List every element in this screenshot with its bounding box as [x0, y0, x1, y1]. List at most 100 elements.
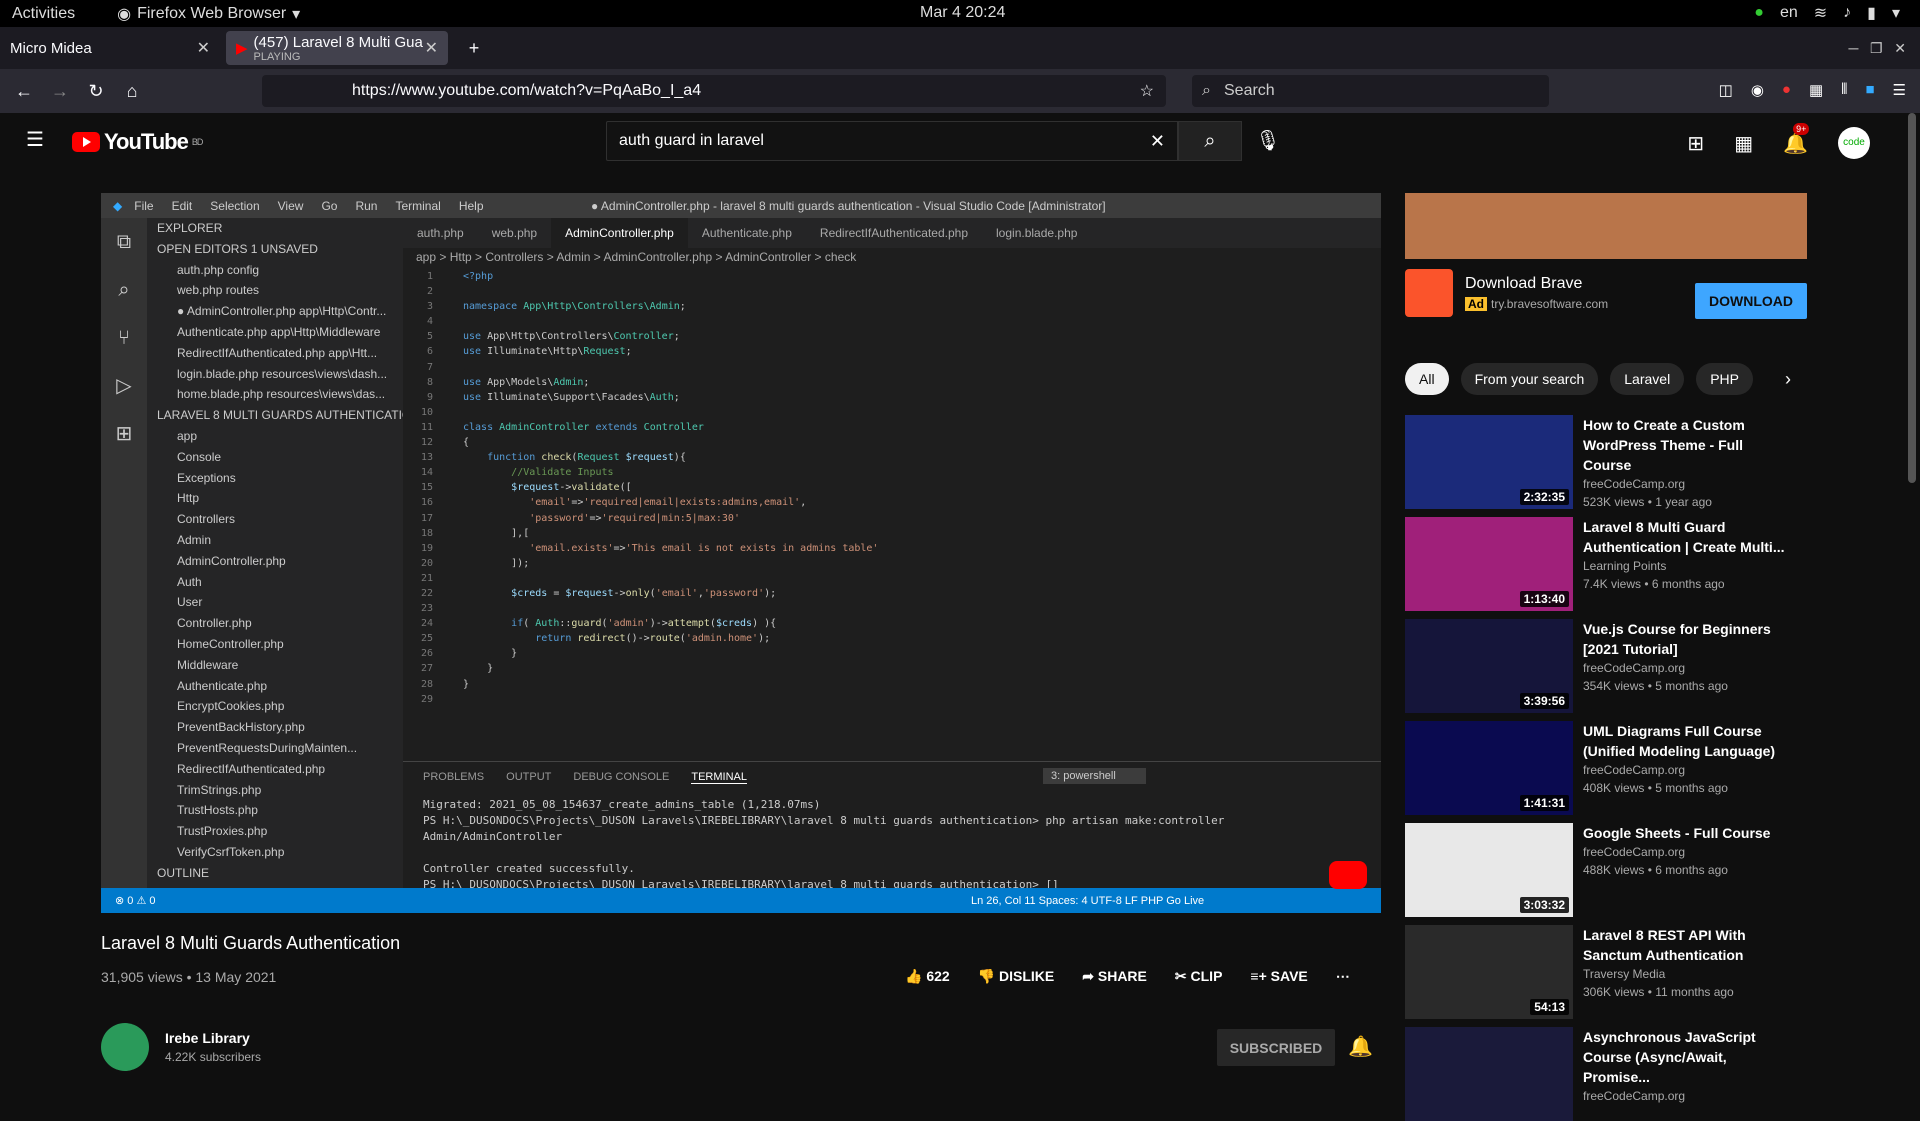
scrollbar-thumb[interactable]	[1908, 113, 1916, 483]
search-icon: ⌕	[1202, 82, 1211, 99]
channel-name: freeCodeCamp.org	[1583, 845, 1686, 859]
avatar[interactable]: code	[1838, 127, 1870, 159]
explorer-item: auth.php config	[177, 262, 260, 277]
back-icon[interactable]: ←	[6, 81, 42, 102]
explorer-item: Authenticate.php	[177, 678, 268, 693]
explorer-item: Http	[177, 491, 200, 506]
youtube-watermark-icon[interactable]	[1329, 861, 1367, 889]
chevron-right-icon[interactable]: ›	[1785, 363, 1791, 395]
channel-name: freeCodeCamp.org	[1583, 1089, 1686, 1103]
library-icon[interactable]: ⫴	[1841, 81, 1847, 99]
search-bar[interactable]: ⌕ Search	[1192, 75, 1549, 107]
save-button[interactable]: ≡+ SAVE	[1250, 968, 1307, 985]
explorer-item: home.blade.php resources\views\das...	[177, 387, 386, 402]
channel-name: Traversy Media	[1583, 967, 1666, 981]
browser-tab-active[interactable]: ▶ (457) Laravel 8 Multi Gua PLAYING ✕	[226, 31, 448, 65]
video-player[interactable]: ◆ File Edit Selection View Go Run Termin…	[101, 193, 1381, 913]
home-icon[interactable]: ⌂	[114, 81, 150, 102]
thumbs-down-icon: 👎	[977, 968, 996, 984]
chip-php[interactable]: PHP	[1696, 363, 1753, 395]
voice-search-icon[interactable]: 🎙	[1250, 123, 1286, 159]
filter-chips: All From your search Laravel PHP ›	[1405, 363, 1791, 395]
recommended-video[interactable]: Asynchronous JavaScript Course (Async/Aw…	[1405, 1027, 1905, 1121]
video-thumbnail[interactable]: 1:41:31	[1405, 721, 1573, 815]
clip-button[interactable]: ✂ CLIP	[1175, 968, 1223, 985]
video-title[interactable]: How to Create a Custom WordPress Theme -…	[1583, 415, 1793, 475]
forward-icon[interactable]: →	[42, 81, 78, 102]
share-button[interactable]: ➦ SHARE	[1082, 968, 1147, 985]
video-title[interactable]: UML Diagrams Full Course (Unified Modeli…	[1583, 721, 1793, 761]
pocket-icon[interactable]: ◫	[1719, 81, 1733, 99]
language-indicator[interactable]: en	[1780, 4, 1798, 22]
url-bar[interactable]: https://www.youtube.com/watch?v=PqAaBo_I…	[262, 75, 1166, 107]
app-menu[interactable]: ◉ Firefox Web Browser ▾	[117, 4, 300, 24]
menu-item: Terminal	[395, 198, 441, 213]
menu-item: View	[277, 198, 304, 213]
browser-tab[interactable]: Micro Midea ✕	[0, 31, 220, 65]
close-icon[interactable]: ✕	[197, 38, 210, 58]
clear-icon[interactable]: ✕	[1150, 131, 1165, 152]
apps-icon[interactable]: ▦	[1734, 131, 1753, 156]
like-button[interactable]: 👍 622	[905, 968, 950, 985]
window-controls[interactable]: ─ ❐ ✕	[1848, 40, 1906, 57]
new-tab-button[interactable]: +	[456, 38, 492, 59]
search-input[interactable]: auth guard in laravel ✕	[606, 121, 1178, 161]
clock[interactable]: Mar 4 20:24	[920, 4, 1005, 22]
channel-avatar[interactable]	[101, 1023, 149, 1071]
reload-icon[interactable]: ↻	[78, 81, 114, 102]
recommended-video[interactable]: 2:32:35 How to Create a Custom WordPress …	[1405, 415, 1905, 509]
terminal-panel: PROBLEMS OUTPUT DEBUG CONSOLE TERMINAL 3…	[403, 761, 1381, 891]
grid-icon[interactable]: ▦	[1809, 81, 1823, 99]
scissors-icon: ✂	[1174, 968, 1187, 984]
recommended-video[interactable]: 1:13:40 Laravel 8 Multi Guard Authenticat…	[1405, 517, 1905, 611]
toolbar-extensions[interactable]: ◫ ◉ ● ▦ ⫴ ■ ☰	[1719, 81, 1906, 99]
recommended-video[interactable]: 3:03:32 Google Sheets - Full Course freeCo…	[1405, 823, 1905, 917]
video-title[interactable]: Asynchronous JavaScript Course (Async/Aw…	[1583, 1027, 1793, 1087]
video-thumbnail[interactable]: 2:32:35	[1405, 415, 1573, 509]
notification-bell-icon[interactable]: 🔔	[1348, 1034, 1373, 1059]
ad-banner[interactable]	[1405, 193, 1807, 259]
menu-icon[interactable]: ☰	[1893, 81, 1906, 99]
account-icon[interactable]: ◉	[1751, 81, 1764, 99]
dislike-button[interactable]: 👎 DISLIKE	[978, 968, 1055, 985]
bookmark-star-icon[interactable]: ☆	[1140, 81, 1154, 101]
chip-laravel[interactable]: Laravel	[1610, 363, 1685, 395]
video-title[interactable]: Laravel 8 Multi Guard Authentication | C…	[1583, 517, 1793, 557]
system-tray[interactable]: ● en ≋ ♪ ▮ ▾	[1754, 3, 1900, 23]
video-thumbnail[interactable]: 3:39:56	[1405, 619, 1573, 713]
chip-all[interactable]: All	[1405, 363, 1449, 395]
more-icon[interactable]: ⋯	[1336, 968, 1350, 985]
ad-title[interactable]: Download Brave	[1465, 275, 1608, 293]
video-title[interactable]: Laravel 8 REST API With Sanctum Authenti…	[1583, 925, 1793, 965]
recommended-video[interactable]: 54:13 Laravel 8 REST API With Sanctum Aut…	[1405, 925, 1905, 1019]
channel-name[interactable]: Irebe Library	[165, 1030, 261, 1046]
youtube-favicon-icon: ▶	[236, 40, 248, 57]
activities-button[interactable]: Activities	[12, 5, 75, 23]
recommended-video[interactable]: 3:39:56 Vue.js Course for Beginners [2021…	[1405, 619, 1905, 713]
channel-name: freeCodeCamp.org	[1583, 661, 1686, 675]
brave-logo-icon	[1405, 269, 1453, 317]
extension-icon[interactable]: ■	[1865, 81, 1874, 99]
notifications-icon[interactable]: 🔔 9+	[1783, 122, 1810, 156]
create-video-icon[interactable]: ⊞	[1687, 131, 1704, 156]
video-thumbnail[interactable]: 1:13:40	[1405, 517, 1573, 611]
video-title[interactable]: Google Sheets - Full Course	[1583, 823, 1793, 843]
search-button[interactable]: ⌕	[1178, 121, 1242, 161]
video-title[interactable]: Vue.js Course for Beginners [2021 Tutori…	[1583, 619, 1793, 659]
video-thumbnail[interactable]	[1405, 1027, 1573, 1121]
explorer-item: Admin	[177, 532, 212, 547]
video-thumbnail[interactable]: 54:13	[1405, 925, 1573, 1019]
subscribed-button[interactable]: SUBSCRIBED	[1217, 1029, 1335, 1066]
page-scrollbar[interactable]	[1904, 113, 1920, 1080]
hamburger-menu-icon[interactable]: ☰	[26, 127, 44, 152]
channel-name: freeCodeCamp.org	[1583, 477, 1686, 491]
download-button[interactable]: DOWNLOAD	[1695, 283, 1807, 319]
extension-icon[interactable]: ●	[1782, 81, 1791, 99]
chip-from-your-search[interactable]: From your search	[1460, 363, 1599, 395]
video-thumbnail[interactable]: 3:03:32	[1405, 823, 1573, 917]
close-icon[interactable]: ✕	[425, 38, 438, 58]
recommended-video[interactable]: 1:41:31 UML Diagrams Full Course (Unified…	[1405, 721, 1905, 815]
youtube-logo[interactable]: YouTube BD	[72, 129, 203, 155]
video-duration: 3:03:32	[1519, 897, 1569, 913]
explorer-item: EncryptCookies.php	[177, 699, 285, 714]
